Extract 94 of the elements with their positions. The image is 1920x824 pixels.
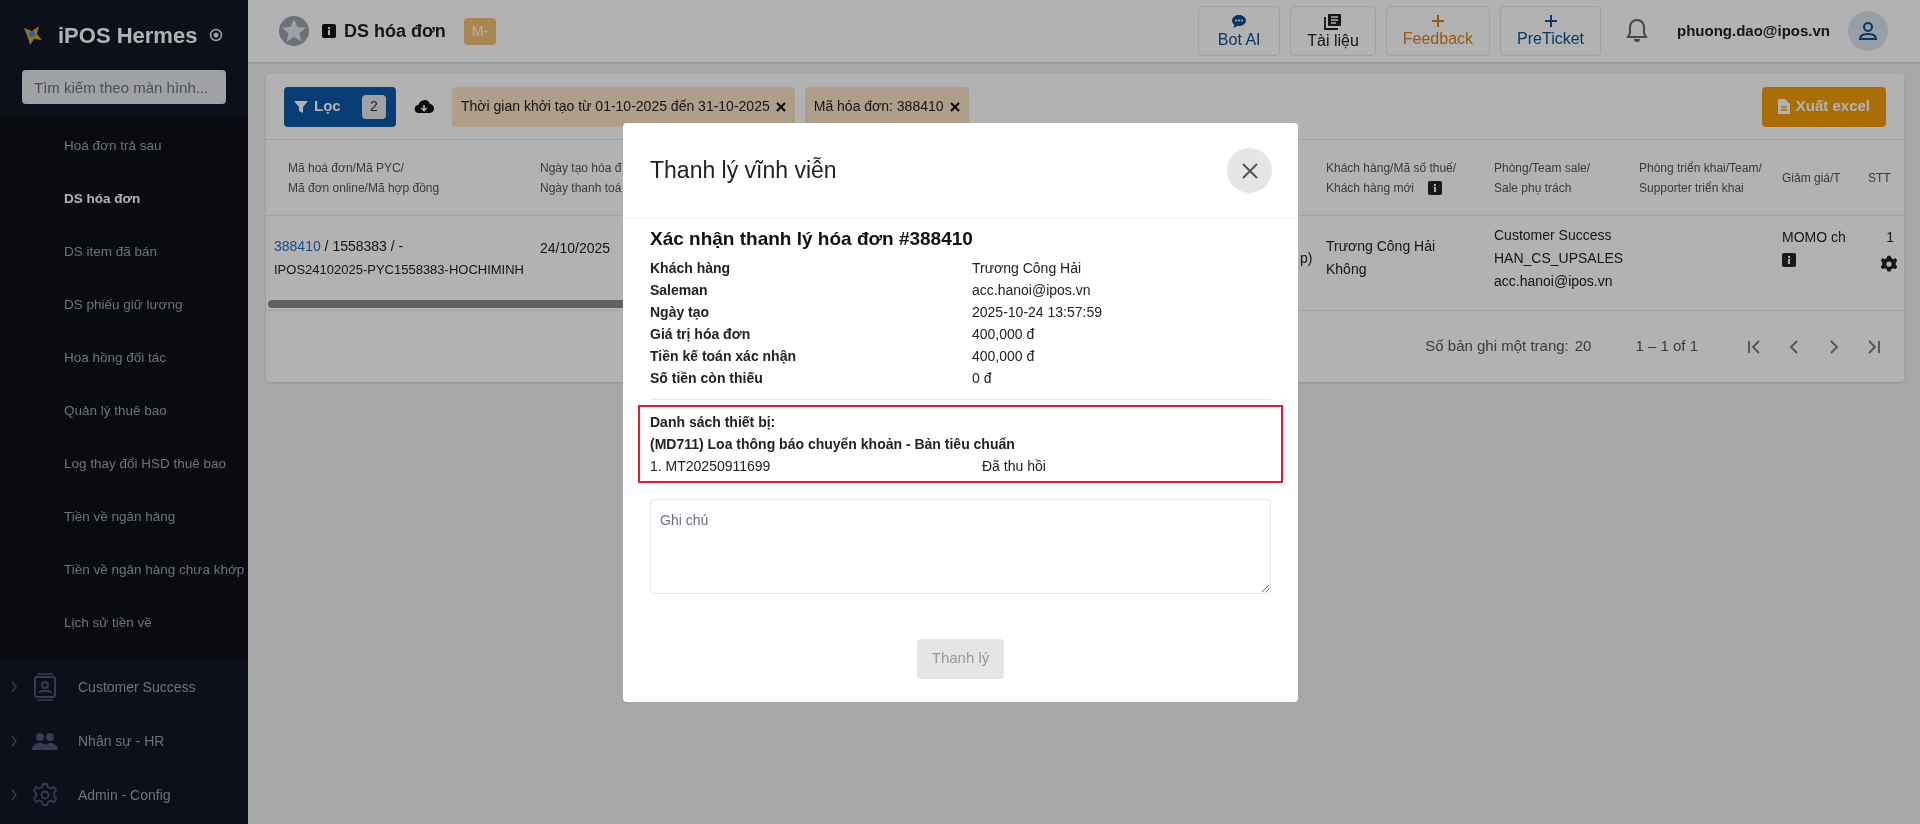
column-header[interactable]: Mã đơn online/Mã hợp đồng [288,177,532,198]
detail-label: Khách hàng [650,258,732,278]
sidebar-group[interactable]: Admin - Config [78,784,171,806]
chip-label: Mã hóa đơn: 388410 [813,97,944,116]
radio-icon [209,28,224,42]
bell-icon[interactable] [1625,18,1650,44]
sidebar-item[interactable]: DS hóa đơn [0,173,248,226]
invoice-link[interactable]: 388410 [274,238,321,254]
sidebar-item[interactable]: Quản lý thuê bao [0,385,248,438]
detail-label: Tiền kế toán xác nhận [650,346,797,366]
page-badge: M- [463,17,497,45]
column-header[interactable]: Phòng triển khai/Team/ [1639,157,1774,178]
sidebar-item[interactable]: Hoá đơn trả sau [0,120,248,173]
table-cell-text: 24/10/2025 [540,238,612,258]
remove-icon[interactable] [949,101,960,112]
toolbar-button[interactable]: PreTicket [1500,6,1602,56]
user-icon [1858,21,1878,41]
device-product: (MD711) Loa thông báo chuyển khoản - Bản tiêu chuẩn [650,434,1016,454]
search-field[interactable]: Tìm kiếm theo màn hình... [22,70,226,104]
info-icon [1782,253,1796,267]
info-icon [1427,180,1442,195]
device-list-title: Danh sách thiết bị: [650,412,777,432]
detail-value: acc.hanoi@ipos.vn [972,280,1092,300]
detail-label: Saleman [650,280,709,300]
detail-value: Trương Công Hải [972,258,1083,278]
detail-value: 400,000 đ [972,346,1036,366]
filter-chip[interactable]: Thời gian khởi tạo từ 01-10-2025 đến 31-10-2025 [452,86,795,127]
info-icon [322,24,336,38]
chip-label: Thời gian khởi tạo từ 01-10-2025 đến 31-10-2025 [461,97,770,116]
sidebar-item[interactable]: DS item đã bán [0,226,248,279]
detail-label: Giá trị hóa đơn [650,324,752,344]
sidebar-item[interactable]: Lịch sử tiền về [0,597,248,650]
book-icon [1324,12,1342,30]
table-cell-text: IPOS24102025-PYC1558383-HOCHIMINH [274,261,525,279]
column-header[interactable]: Ngày tạo hóa đ [540,157,622,178]
download-icon[interactable] [414,98,434,115]
filter-icon [294,99,308,114]
column-header[interactable]: Ngày thanh toá [540,177,622,198]
column-header[interactable]: Phòng/Team sale/ [1494,157,1629,178]
column-header[interactable]: Supporter triển khai [1639,177,1774,198]
confirm-heading: Xác nhận thanh lý hóa đơn #388410 [650,227,974,251]
close-button[interactable] [1227,148,1272,193]
sidebar-item[interactable]: DS phiếu giữ lương [0,279,248,332]
column-header[interactable]: Khách hàng mới [1326,177,1414,198]
device-code: 1. MT20250911699 [650,456,772,476]
sidebar-group[interactable]: Nhân sự - HR [78,730,165,752]
table-cell-text: MOMO ch [1782,228,1847,247]
sidebar-item[interactable]: Hoa hồng đối tác [0,332,248,385]
table-cell-text: Trương Công Hải [1326,237,1437,256]
close-icon [1240,161,1259,180]
page-size-select[interactable]: 20 [1574,335,1592,358]
page-size-label: Số bản ghi một trang: [1425,336,1569,357]
filter-count-badge: 2 [362,94,386,119]
file-icon [1777,99,1790,114]
detail-label: Số tiền còn thiếu [650,368,764,388]
sidebar-item[interactable]: Tiền về ngân hàng chưa khớp [0,544,248,597]
column-header[interactable]: Khách hàng/Mã số thuế/ [1326,157,1484,178]
device-status: Đã thu hồi [982,456,1046,476]
app-name: iPOS Hermes [58,21,198,50]
settings-icon[interactable] [1880,255,1898,273]
page-title: DS hóa đơn [344,19,446,43]
table-cell-text: 388410 / 1558383 / - [274,237,405,256]
user-email[interactable]: phuong.dao@ipos.vn [1677,19,1830,43]
plus-icon [1543,14,1558,28]
dialog-title: Thanh lý vĩnh viễn [650,156,837,186]
page-range: 1 – 1 of 1 [1635,336,1698,357]
detail-value: 2025-10-24 13:57:59 [972,302,1103,322]
detail-value: 0 đ [972,368,993,388]
table-cell-text: Customer Success [1494,225,1613,245]
table-cell-text: p) [1300,248,1314,268]
sidebar-item[interactable]: Log thay đổi HSD thuê bao [0,438,248,491]
column-header[interactable]: Mã hoá đơn/Mã PYC/ [288,157,532,178]
people-icon [32,732,58,750]
table-cell-text: acc.hanoi@ipos.vn [1494,271,1614,291]
chat-icon [1231,13,1248,29]
sidebar-group[interactable]: Customer Success [78,676,196,698]
avatar[interactable] [1848,11,1888,51]
toolbar-button[interactable]: Tài liệu [1290,6,1376,56]
table-cell-text: 1 [1886,228,1895,247]
column-header[interactable]: Giảm giá/T [1782,167,1852,188]
table-cell-text: HAN_CS_UPSALES [1494,248,1625,268]
toolbar-button[interactable]: Bot AI [1198,6,1281,56]
detail-value: 400,000 đ [972,324,1036,344]
settings-icon [33,783,57,807]
plus-icon [1430,14,1445,28]
filter-button[interactable]: Lọc 2 [284,86,396,127]
column-header[interactable]: Sale phụ trách [1494,177,1629,198]
sidebar-item[interactable]: Tiền về ngân hàng [0,491,248,544]
note-field[interactable]: Ghi chú [650,498,1271,594]
detail-label: Ngày tạo [650,302,711,322]
remove-icon[interactable] [775,101,786,112]
id-card-icon [33,673,57,701]
column-header[interactable]: STT [1868,167,1904,188]
table-cell-text: Không [1326,260,1368,279]
